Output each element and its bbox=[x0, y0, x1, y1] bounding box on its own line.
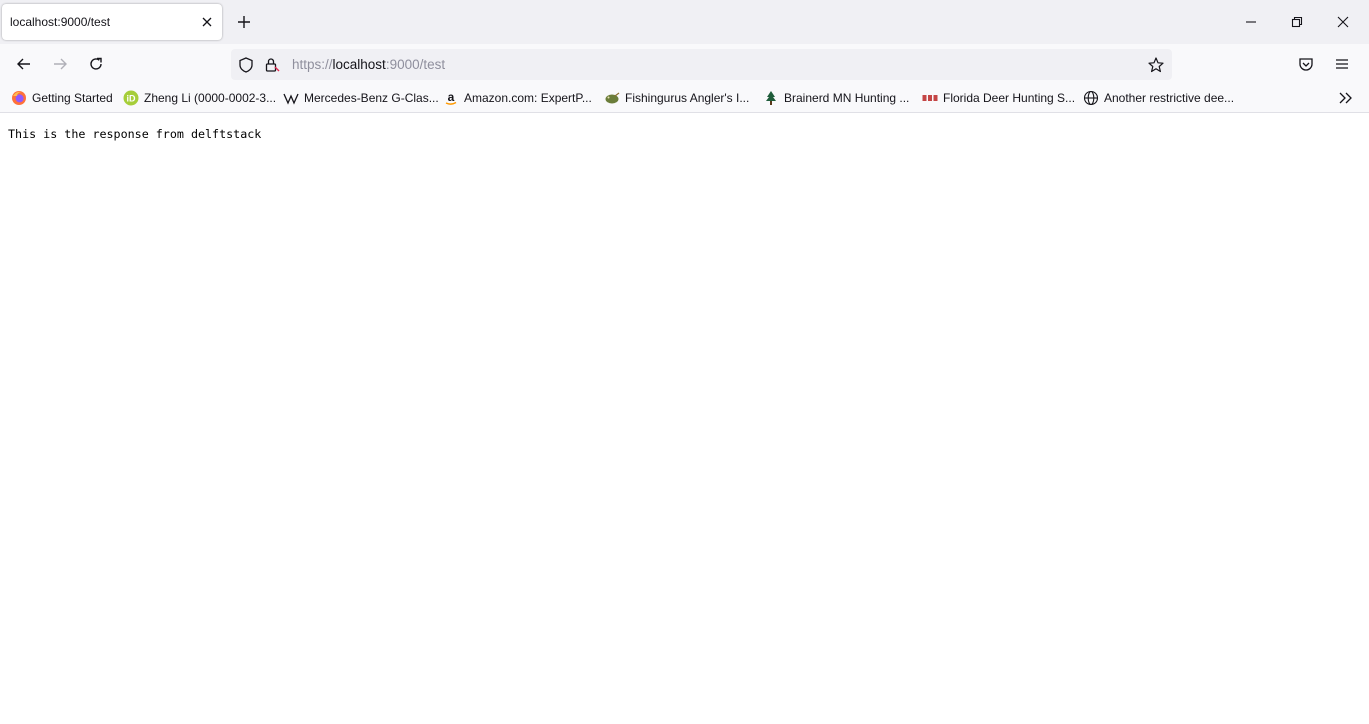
address-bar[interactable]: https://localhost:9000/test bbox=[231, 49, 1172, 80]
bookmark-item[interactable]: Mercedes-Benz G-Clas... bbox=[283, 90, 439, 106]
url-path: :9000/test bbox=[385, 57, 446, 72]
pocket-icon[interactable] bbox=[1297, 55, 1315, 73]
reload-icon[interactable] bbox=[87, 55, 105, 73]
url-text[interactable]: https://localhost:9000/test bbox=[292, 57, 445, 72]
site-icon bbox=[922, 90, 938, 106]
url-host: localhost bbox=[332, 57, 386, 72]
bookmark-label: Mercedes-Benz G-Clas... bbox=[304, 91, 439, 105]
bookmark-label: Florida Deer Hunting S... bbox=[943, 91, 1076, 105]
bookmark-label: Brainerd MN Hunting ... bbox=[784, 91, 910, 105]
page-response-text: This is the response from delftstack bbox=[8, 127, 262, 141]
site-lock-icon[interactable] bbox=[263, 56, 281, 74]
minimize-icon[interactable] bbox=[1242, 13, 1260, 31]
back-icon[interactable] bbox=[15, 55, 33, 73]
wikipedia-icon bbox=[283, 90, 299, 106]
pine-tree-icon bbox=[763, 90, 779, 106]
active-tab[interactable]: localhost:9000/test bbox=[2, 4, 222, 40]
bookmark-item[interactable]: Getting Started bbox=[11, 90, 113, 106]
bookmark-label: Getting Started bbox=[32, 91, 113, 105]
fishingurus-icon bbox=[604, 90, 620, 106]
close-window-icon[interactable] bbox=[1334, 13, 1352, 31]
close-tab-icon[interactable] bbox=[198, 13, 216, 31]
tracking-protection-shield-icon[interactable] bbox=[237, 56, 255, 74]
bookmark-label: Another restrictive dee... bbox=[1104, 91, 1235, 105]
menu-icon[interactable] bbox=[1333, 55, 1351, 73]
svg-text:iD: iD bbox=[127, 94, 137, 104]
orcid-icon: iD bbox=[123, 90, 139, 106]
globe-icon bbox=[1083, 90, 1099, 106]
bookmark-label: Zheng Li (0000-0002-3... bbox=[144, 91, 277, 105]
forward-icon[interactable] bbox=[51, 55, 69, 73]
bookmark-item[interactable]: iD Zheng Li (0000-0002-3... bbox=[123, 90, 276, 106]
bookmark-star-icon[interactable] bbox=[1147, 56, 1165, 74]
bookmark-label: Fishingurus Angler's I... bbox=[625, 91, 750, 105]
tab-title: localhost:9000/test bbox=[10, 15, 111, 29]
new-tab-icon[interactable] bbox=[235, 13, 253, 31]
restore-icon[interactable] bbox=[1288, 13, 1306, 31]
amazon-icon: a bbox=[443, 90, 459, 106]
url-scheme: https:// bbox=[292, 57, 333, 72]
svg-text:a: a bbox=[448, 90, 455, 104]
bookmark-item[interactable]: Fishingurus Angler's I... bbox=[604, 90, 749, 106]
bookmarks-toolbar: Getting Started iD Zheng Li (0000-0002-3… bbox=[0, 84, 1369, 113]
bookmarks-overflow-chevron-icon[interactable] bbox=[1337, 89, 1355, 107]
bookmark-item[interactable]: Brainerd MN Hunting ... bbox=[763, 90, 909, 106]
bookmark-item[interactable]: Another restrictive dee... bbox=[1083, 90, 1234, 106]
tab-strip: localhost:9000/test bbox=[0, 0, 1369, 44]
bookmark-item[interactable]: a Amazon.com: ExpertP... bbox=[443, 90, 592, 106]
bookmark-item[interactable]: Florida Deer Hunting S... bbox=[922, 90, 1075, 106]
bookmark-label: Amazon.com: ExpertP... bbox=[464, 91, 592, 105]
firefox-icon bbox=[11, 90, 27, 106]
